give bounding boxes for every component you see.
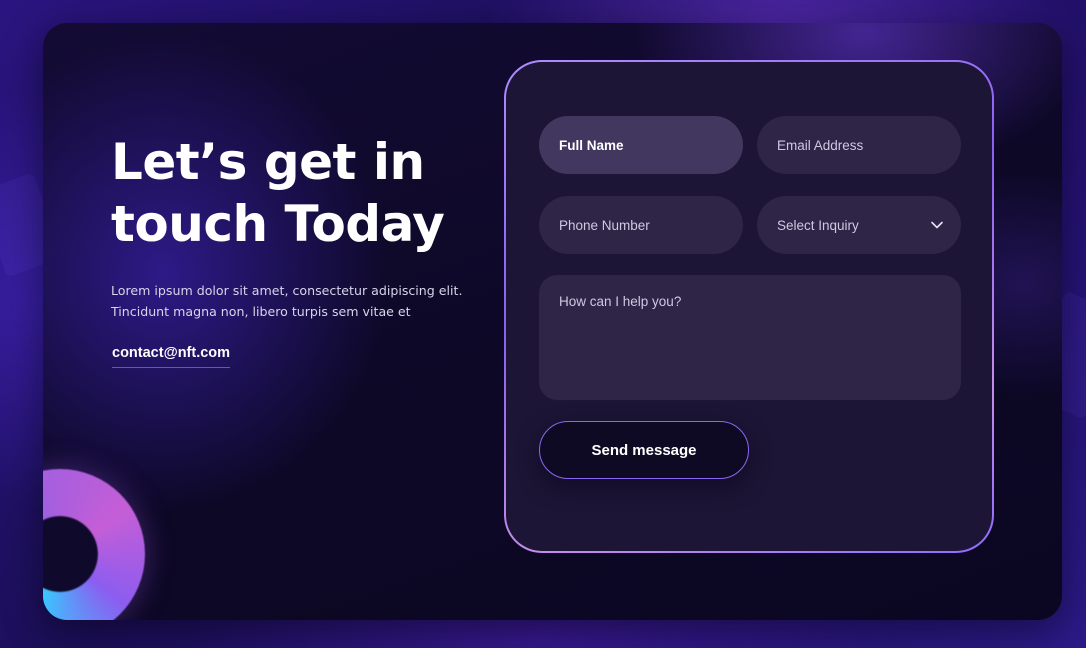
intro-text: Lorem ipsum dolor sit amet, consectetur … bbox=[111, 283, 463, 319]
contact-form: Full Name Email Address Phone Number Sel… bbox=[504, 60, 994, 553]
message-placeholder: How can I help you? bbox=[559, 294, 682, 309]
send-message-label: Send message bbox=[591, 441, 697, 459]
full-name-field[interactable]: Full Name bbox=[539, 116, 743, 174]
email-placeholder: Email Address bbox=[777, 137, 864, 153]
contact-card: Let’s get in touch Today Lorem ipsum dol… bbox=[43, 23, 1062, 620]
phone-field[interactable]: Phone Number bbox=[539, 196, 743, 254]
full-name-placeholder: Full Name bbox=[559, 137, 624, 153]
contact-email-link[interactable]: contact@nft.com bbox=[112, 345, 231, 368]
phone-placeholder: Phone Number bbox=[559, 217, 650, 233]
message-textarea[interactable]: How can I help you? bbox=[539, 275, 961, 400]
inquiry-select[interactable]: Select Inquiry bbox=[757, 196, 961, 254]
chevron-down-icon bbox=[931, 221, 943, 229]
email-field[interactable]: Email Address bbox=[757, 116, 961, 174]
gradient-ring-decoration bbox=[43, 469, 145, 620]
inquiry-placeholder: Select Inquiry bbox=[777, 217, 859, 233]
page-title: Let’s get in touch Today bbox=[111, 133, 445, 253]
send-message-button[interactable]: Send message bbox=[539, 421, 749, 479]
